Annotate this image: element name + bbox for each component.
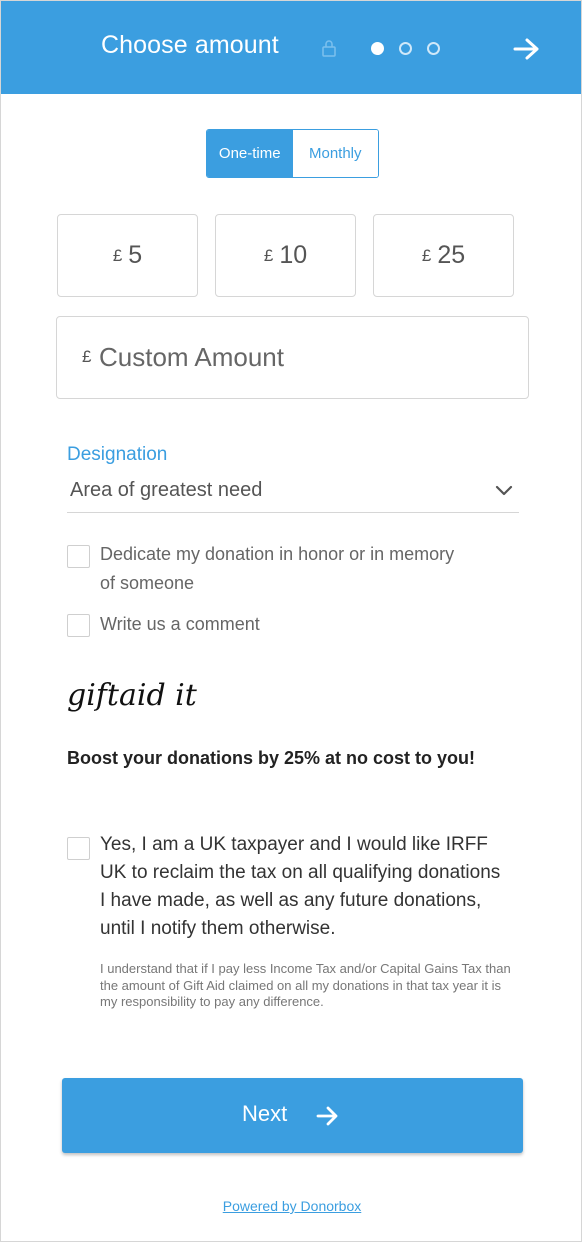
giftaid-logo-text: giftaid it — [67, 678, 198, 713]
frequency-toggle: One-time Monthly — [206, 129, 379, 178]
giftaid-logo: giftaid it — [67, 678, 198, 713]
monthly-button[interactable]: Monthly — [292, 130, 378, 177]
currency-symbol: £ — [82, 347, 92, 366]
taxpayer-declaration: Yes, I am a UK taxpayer and I would like… — [100, 834, 501, 939]
next-button-label: Next — [242, 1101, 288, 1126]
boost-heading: Boost your donations by 25% at no cost t… — [67, 748, 476, 768]
arrow-right-icon — [316, 1106, 338, 1126]
custom-amount-input[interactable]: £ Custom Amount — [56, 316, 529, 399]
dedicate-label-line2: of someone — [100, 573, 195, 593]
step-indicator-3 — [427, 42, 440, 55]
designation-select[interactable]: Area of greatest need — [67, 475, 519, 513]
currency-symbol: £ — [112, 245, 123, 265]
comment-label: Write us a comment — [100, 614, 260, 634]
amount-value: 10 — [279, 241, 308, 269]
amount-value: 5 — [128, 241, 143, 269]
amount-option-5[interactable]: £ 5 — [57, 214, 198, 297]
form-header: Choose amount — [1, 1, 581, 94]
taxpayer-checkbox[interactable] — [67, 837, 90, 860]
amount-option-10[interactable]: £ 10 — [215, 214, 356, 297]
donation-form: Choose amount One-time Monthly £ 5 £ 10 … — [0, 0, 582, 1242]
page-title: Choose amount — [101, 31, 279, 59]
comment-checkbox[interactable] — [67, 614, 90, 637]
arrow-right-icon[interactable] — [513, 37, 541, 61]
lock-icon — [322, 40, 336, 57]
custom-amount-placeholder: Custom Amount — [99, 342, 284, 372]
dedicate-checkbox[interactable] — [67, 545, 90, 568]
dedicate-label-line1: Dedicate my donation in honor or in memo… — [100, 544, 455, 564]
step-indicator-2 — [399, 42, 412, 55]
step-indicator-1 — [371, 42, 384, 55]
currency-symbol: £ — [421, 245, 432, 265]
next-button[interactable]: Next — [62, 1078, 523, 1153]
currency-symbol: £ — [263, 245, 274, 265]
one-time-button[interactable]: One-time — [207, 130, 293, 177]
powered-by-link[interactable]: Powered by Donorbox — [1, 1198, 581, 1214]
chevron-down-icon — [495, 485, 513, 496]
amount-option-25[interactable]: £ 25 — [373, 214, 514, 297]
designation-value: Area of greatest need — [70, 479, 263, 501]
amount-value: 25 — [437, 241, 466, 269]
gift-aid-disclaimer: I understand that if I pay less Income T… — [100, 961, 511, 1009]
designation-label: Designation — [67, 444, 168, 465]
